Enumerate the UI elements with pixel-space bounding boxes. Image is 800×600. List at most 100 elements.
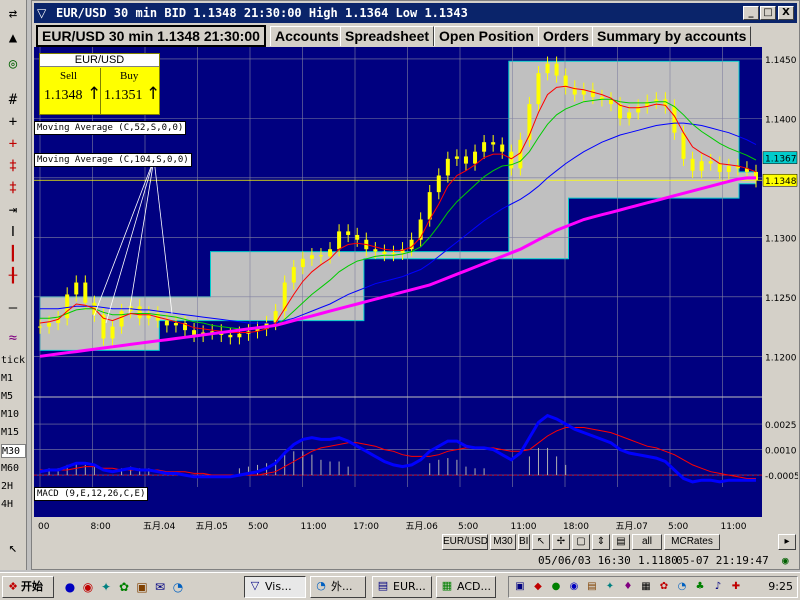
network-icon[interactable]: ✦ xyxy=(98,579,114,595)
sell-price-button[interactable]: 1.1348 xyxy=(44,88,83,104)
task-acd[interactable]: ▦ ACD... xyxy=(436,576,496,598)
buy-price-button[interactable]: 1.1351 xyxy=(104,88,143,104)
tray-icon-1[interactable]: ▣ xyxy=(513,580,527,594)
chart-canvas: 1.14501.14001.13501.13001.12501.12000.00… xyxy=(34,47,798,533)
candle-body xyxy=(627,112,632,119)
start-button[interactable]: ❖ 开始 xyxy=(2,576,54,598)
mcrates-button[interactable]: MCRates xyxy=(664,534,720,550)
tray-icon-6[interactable]: ✦ xyxy=(603,580,617,594)
tray-icon-9[interactable]: ✿ xyxy=(657,580,671,594)
status-bar: 05/06/03 16:30 1.1180 05-07 21:19:47 ◉ xyxy=(34,552,798,569)
time-axis-tick: 五月.04 xyxy=(143,521,176,532)
task-eur[interactable]: ▤ EUR... xyxy=(372,576,432,598)
candle-icon[interactable]: ┃ xyxy=(2,246,24,262)
buy-up-arrow-icon: ↑ xyxy=(146,84,161,104)
line-tool-icon[interactable]: + xyxy=(2,136,24,152)
tray-icon-2[interactable]: ◆ xyxy=(531,580,545,594)
mail-icon[interactable]: ✉ xyxy=(152,579,168,595)
tab-open-position[interactable]: Open Position xyxy=(434,26,539,46)
timeframe-m15[interactable]: M15 xyxy=(1,426,26,440)
timeframe-m5[interactable]: M5 xyxy=(1,390,26,404)
timeframe-4h[interactable]: 4H xyxy=(1,498,26,512)
volume-icon[interactable]: ♪ xyxy=(711,580,725,594)
candle-body xyxy=(563,75,568,88)
task-vis[interactable]: ▽ Vis... xyxy=(244,576,306,598)
candle-body xyxy=(436,175,441,193)
all-button[interactable]: all xyxy=(632,534,662,550)
candle-body xyxy=(291,267,296,283)
print-tool-icon[interactable]: ▤ xyxy=(612,534,630,550)
cross-tool-icon[interactable]: ✢ xyxy=(552,534,570,550)
browser-icon[interactable]: ● xyxy=(62,579,78,595)
timeframe-m60[interactable]: M60 xyxy=(1,462,26,476)
candle-body xyxy=(346,231,351,235)
price-chart[interactable]: 1.14501.14001.13501.13001.12501.12000.00… xyxy=(34,47,798,533)
start-label: 开始 xyxy=(21,580,43,593)
arrow-right-bar-icon[interactable]: ⇥ xyxy=(2,202,24,218)
folder-icon[interactable]: ▣ xyxy=(134,579,150,595)
tab-spreadsheet[interactable]: Spreadsheet xyxy=(340,26,435,46)
tab-accounts[interactable]: Accounts xyxy=(270,26,344,46)
timeframe-2h[interactable]: 2H xyxy=(1,480,26,494)
macd-label[interactable]: MACD (9,E,12,26,C,E) xyxy=(34,487,149,501)
pointer-icon[interactable]: ↖ xyxy=(2,540,24,556)
task-2[interactable]: ◔ 外... xyxy=(310,576,366,598)
scroll-right-button[interactable]: ▸ xyxy=(778,534,796,550)
period-button[interactable]: M30 xyxy=(490,534,516,550)
fib-tool-icon[interactable]: ‡ xyxy=(2,180,24,196)
title-bar[interactable]: ▽ EUR/USD 30 min BID 1.1348 21:30:00 Hig… xyxy=(34,3,797,23)
crosshair-icon[interactable]: + xyxy=(2,114,24,130)
maximize-button[interactable]: □ xyxy=(760,6,776,20)
wave-icon[interactable]: ≈ xyxy=(2,330,24,346)
tab-orders[interactable]: Orders xyxy=(538,26,594,46)
timeframe-m1[interactable]: M1 xyxy=(1,372,26,386)
cursor-icon[interactable]: Ⅰ xyxy=(2,224,24,240)
candle-body xyxy=(74,282,79,295)
taskbar: ❖ 开始 ● ◉ ✦ ✿ ▣ ✉ ◔ ▽ Vis... ◔ 外... ▤ EUR… xyxy=(0,572,800,600)
task-vis-label: Vis... xyxy=(265,580,292,593)
hline-icon[interactable]: ― xyxy=(2,300,24,316)
ma104-label[interactable]: Moving Average (C,104,S,0,0) xyxy=(34,153,192,167)
candle-body xyxy=(699,161,704,171)
tray-icon-11[interactable]: ♣ xyxy=(693,580,707,594)
bar-icon[interactable]: ╂ xyxy=(2,268,24,284)
desktop: ⇄ ▲ ◎ # + + ‡ ‡ ⇥ Ⅰ ┃ ╂ ― ≈ tick M1 M5 M… xyxy=(0,0,800,600)
tab-chart[interactable]: EUR/USD 30 min 1.1348 21:30:00 xyxy=(36,25,266,47)
candle-body xyxy=(146,313,151,319)
tray-icon-4[interactable]: ◉ xyxy=(567,580,581,594)
candle-body xyxy=(726,165,731,172)
timeframe-m30[interactable]: M30 xyxy=(1,444,26,458)
tab-summary[interactable]: Summary by accounts xyxy=(592,26,752,46)
close-button[interactable]: X xyxy=(778,6,794,20)
system-tray: ▣ ◆ ● ◉ ▤ ✦ ♦ ▦ ✿ ◔ ♣ ♪ ✚ 9:25 xyxy=(508,576,798,598)
web-icon[interactable]: ◔ xyxy=(170,579,186,595)
tray-icon-10[interactable]: ◔ xyxy=(675,580,689,594)
target-icon[interactable]: ◎ xyxy=(2,56,24,72)
candle-body xyxy=(318,255,323,257)
timeframe-tick[interactable]: tick xyxy=(1,354,26,368)
time-axis-tick: 11:00 xyxy=(301,522,327,532)
ime-icon[interactable]: ✚ xyxy=(729,580,743,594)
windows-logo-icon: ❖ xyxy=(8,580,18,593)
tray-icon-5[interactable]: ▤ xyxy=(585,580,599,594)
zoom-tool-icon[interactable]: ↖ xyxy=(532,534,550,550)
time-axis-tick: 8:00 xyxy=(91,522,111,532)
tray-icon-3[interactable]: ● xyxy=(549,580,563,594)
ma52-label[interactable]: Moving Average (C,52,S,0,0) xyxy=(34,121,187,135)
candle-body xyxy=(536,73,541,105)
bid-button[interactable]: BID xyxy=(518,534,530,550)
minimize-button[interactable]: _ xyxy=(743,6,759,20)
tray-icon-7[interactable]: ♦ xyxy=(621,580,635,594)
up-arrow-icon[interactable]: ▲ xyxy=(2,30,24,46)
status-time: 05-07 21:19:47 xyxy=(676,554,769,567)
swap-icon[interactable]: ⇄ xyxy=(2,6,24,22)
tools-icon[interactable]: ✿ xyxy=(116,579,132,595)
symbol-button[interactable]: EUR/USD xyxy=(442,534,488,550)
media-icon[interactable]: ◉ xyxy=(80,579,96,595)
square-tool-icon[interactable]: ▢ xyxy=(572,534,590,550)
scale-tool-icon[interactable]: ⇕ xyxy=(592,534,610,550)
grid-icon[interactable]: # xyxy=(2,92,24,108)
tray-icon-8[interactable]: ▦ xyxy=(639,580,653,594)
timeframe-m10[interactable]: M10 xyxy=(1,408,26,422)
hline-tool-icon[interactable]: ‡ xyxy=(2,158,24,174)
